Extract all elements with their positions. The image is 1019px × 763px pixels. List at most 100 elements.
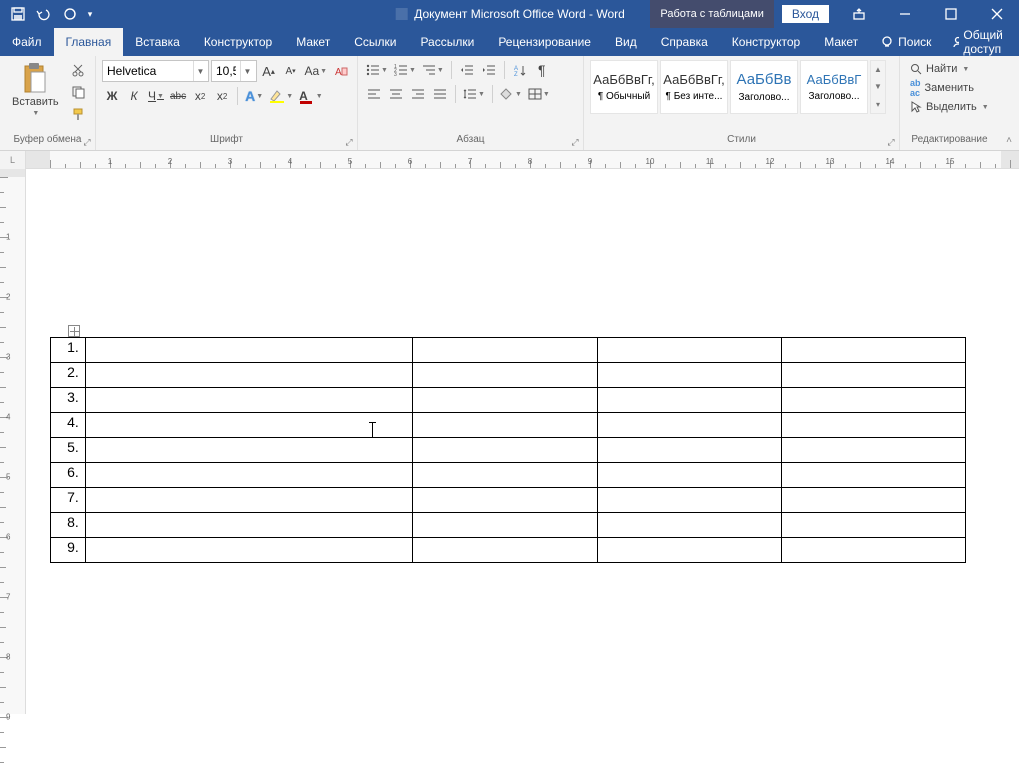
table-cell[interactable] (413, 488, 597, 513)
bold-button[interactable]: Ж (102, 86, 122, 106)
clear-format-icon[interactable]: A (331, 61, 351, 81)
gallery-more-icon[interactable]: ▾ (871, 96, 885, 113)
grow-font-icon[interactable]: A▴ (259, 61, 279, 81)
ruler-horizontal[interactable]: L 123456789101112131415 (0, 151, 1019, 169)
font-size-input[interactable] (212, 61, 240, 81)
highlight-icon[interactable]: ▼ (267, 86, 295, 106)
tab-insert[interactable]: Вставка (123, 28, 192, 56)
borders-icon[interactable]: ▼ (526, 84, 552, 104)
table-cell[interactable] (85, 413, 413, 438)
table-cell[interactable] (597, 438, 781, 463)
collapse-ribbon-icon[interactable]: ˄ (1006, 135, 1012, 146)
table-cell[interactable] (413, 413, 597, 438)
tab-references[interactable]: Ссылки (342, 28, 408, 56)
style-heading1[interactable]: АаБбВвЗаголово... (730, 60, 798, 114)
select-button[interactable]: Выделить▼ (906, 100, 993, 114)
gallery-down-icon[interactable]: ▼ (871, 78, 885, 95)
italic-button[interactable]: К (124, 86, 144, 106)
style-nospacing[interactable]: АаБбВвГг,¶ Без инте... (660, 60, 728, 114)
multilevel-icon[interactable]: ▼ (420, 60, 446, 80)
tab-mailings[interactable]: Рассылки (408, 28, 486, 56)
table-cell[interactable] (781, 338, 965, 363)
table-cell[interactable] (413, 388, 597, 413)
gallery-up-icon[interactable]: ▲ (871, 61, 885, 78)
document-table[interactable]: 1.2.3.4.5.6.7.8.9. (50, 337, 966, 563)
tab-review[interactable]: Рецензирование (486, 28, 603, 56)
save-icon[interactable] (6, 2, 30, 26)
undo-icon[interactable] (32, 2, 56, 26)
maximize-icon[interactable] (929, 0, 973, 28)
table-row[interactable]: 9. (51, 538, 966, 563)
tab-view[interactable]: Вид (603, 28, 649, 56)
table-cell[interactable] (597, 363, 781, 388)
shading-icon[interactable]: ▼ (498, 84, 524, 104)
row-number-cell[interactable]: 6. (51, 463, 86, 488)
copy-icon[interactable] (67, 82, 89, 102)
tab-help[interactable]: Справка (649, 28, 720, 56)
table-cell[interactable] (413, 538, 597, 563)
align-left-icon[interactable] (364, 84, 384, 104)
tab-file[interactable]: Файл (0, 28, 54, 56)
row-number-cell[interactable]: 2. (51, 363, 86, 388)
underline-button[interactable]: Ч▼ (146, 86, 166, 106)
table-cell[interactable] (781, 463, 965, 488)
table-row[interactable]: 5. (51, 438, 966, 463)
qat-customize-icon[interactable]: ▾ (84, 2, 96, 26)
table-cell[interactable] (781, 413, 965, 438)
tab-table-layout[interactable]: Макет (812, 28, 870, 56)
table-cell[interactable] (413, 438, 597, 463)
find-button[interactable]: Найти▼ (906, 62, 993, 76)
tell-me-search[interactable]: Поиск (870, 28, 941, 56)
styles-launcher-icon[interactable]: ⤢ (885, 137, 897, 149)
login-button[interactable]: Вход (782, 5, 829, 23)
table-cell[interactable] (85, 513, 413, 538)
table-cell[interactable] (597, 488, 781, 513)
document-area[interactable]: 1.2.3.4.5.6.7.8.9. (26, 169, 1019, 714)
table-cell[interactable] (413, 513, 597, 538)
table-move-handle[interactable] (68, 325, 80, 337)
table-row[interactable]: 8. (51, 513, 966, 538)
font-launcher-icon[interactable]: ⤢ (343, 137, 355, 149)
table-cell[interactable] (781, 538, 965, 563)
sort-icon[interactable]: AZ (510, 60, 530, 80)
subscript-icon[interactable]: x2 (190, 86, 210, 106)
tab-design[interactable]: Конструктор (192, 28, 284, 56)
table-cell[interactable] (781, 488, 965, 513)
table-cell[interactable] (597, 388, 781, 413)
close-icon[interactable] (975, 0, 1019, 28)
line-spacing-icon[interactable]: ▼ (461, 84, 487, 104)
table-cell[interactable] (781, 363, 965, 388)
table-row[interactable]: 2. (51, 363, 966, 388)
row-number-cell[interactable]: 9. (51, 538, 86, 563)
paste-button[interactable]: Вставить ▼ (6, 60, 65, 119)
align-right-icon[interactable] (408, 84, 428, 104)
table-cell[interactable] (597, 513, 781, 538)
table-cell[interactable] (85, 463, 413, 488)
table-cell[interactable] (85, 538, 413, 563)
ruler-corner[interactable]: L (0, 151, 26, 169)
table-cell[interactable] (413, 463, 597, 488)
bullets-icon[interactable]: ▼ (364, 60, 390, 80)
style-normal[interactable]: АаБбВвГг,¶ Обычный (590, 60, 658, 114)
cut-icon[interactable] (67, 60, 89, 80)
row-number-cell[interactable]: 5. (51, 438, 86, 463)
ribbon-display-icon[interactable] (837, 0, 881, 28)
clipboard-launcher-icon[interactable]: ⤢ (81, 137, 93, 149)
tab-layout[interactable]: Макет (284, 28, 342, 56)
table-cell[interactable] (85, 438, 413, 463)
row-number-cell[interactable]: 4. (51, 413, 86, 438)
ruler-vertical[interactable]: 123456789 (0, 169, 26, 714)
table-cell[interactable] (413, 363, 597, 388)
font-size-combo[interactable]: ▼ (211, 60, 257, 82)
table-cell[interactable] (85, 388, 413, 413)
font-color-icon[interactable]: A▼ (297, 86, 325, 106)
minimize-icon[interactable] (883, 0, 927, 28)
row-number-cell[interactable]: 3. (51, 388, 86, 413)
superscript-icon[interactable]: x2 (212, 86, 232, 106)
show-marks-icon[interactable]: ¶ (532, 60, 552, 80)
table-row[interactable]: 1. (51, 338, 966, 363)
shrink-font-icon[interactable]: A▾ (281, 61, 301, 81)
format-painter-icon[interactable] (67, 104, 89, 124)
table-row[interactable]: 3. (51, 388, 966, 413)
strike-button[interactable]: abc (168, 86, 188, 106)
